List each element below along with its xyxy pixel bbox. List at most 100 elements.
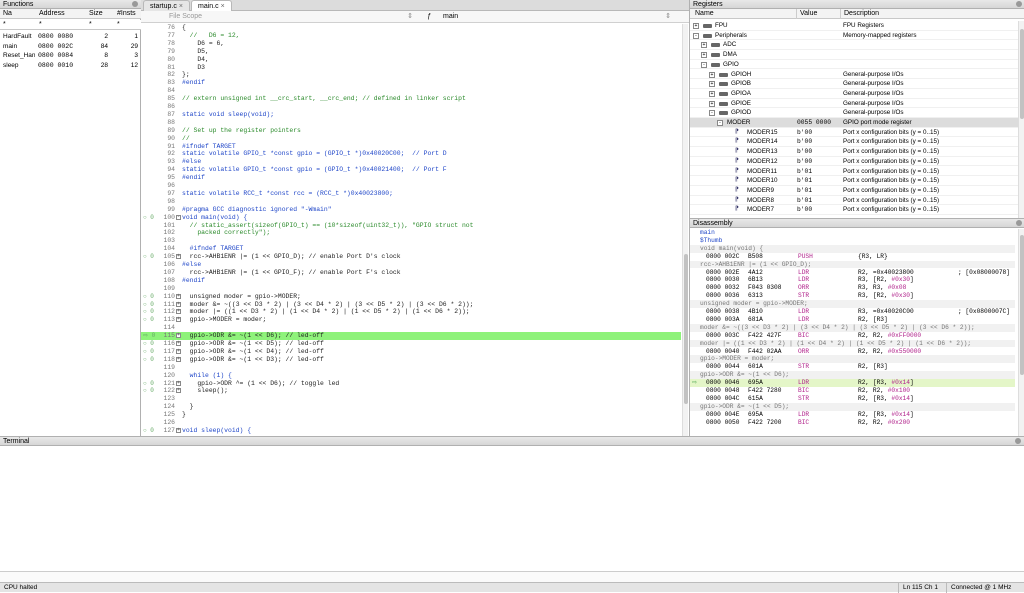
disassembly-scrollbar[interactable] (1018, 229, 1024, 436)
register-row[interactable]: + FPU FPU Registers (690, 21, 1018, 31)
expand-icon[interactable]: + (176, 301, 181, 307)
register-row[interactable]: ⁋ MODER8 b'01 Port x configuration bits (y … (690, 196, 1018, 206)
code-line[interactable]: 81 D3 (141, 64, 681, 72)
expand-icon[interactable]: + (176, 341, 181, 346)
register-row[interactable]: ⁋ MODER9 b'01 Port x configuration bits (y … (690, 186, 1018, 196)
scroll-thumb[interactable] (1020, 235, 1024, 375)
code-line[interactable]: 114 (141, 324, 681, 332)
scroll-thumb[interactable] (684, 254, 688, 404)
code-line[interactable]: 96 (141, 182, 681, 190)
code-line[interactable]: 98 (141, 198, 681, 206)
register-row[interactable]: + GPIOA General-purpose I/Os (690, 89, 1018, 99)
code-line[interactable]: 108 #endif (141, 277, 681, 285)
filter-insts-input[interactable]: * (114, 20, 120, 30)
code-line[interactable]: ○ 0 122 + sleep(); (141, 387, 681, 395)
disassembly-line[interactable]: ⇨ 0800 0046 695A LDR R2, [R3, #0x14] (690, 379, 1015, 387)
register-row[interactable]: ⁋ MODER14 b'00 Port x configuration bits (y… (690, 137, 1018, 148)
register-row[interactable]: - GPIO (690, 60, 1018, 70)
code-line[interactable]: ○ 0 110 + unsigned moder = gpio->MODER; (141, 293, 681, 301)
breakpoint-marker-icon[interactable]: ○ 0 (143, 356, 154, 364)
code-line[interactable]: 101 // static_assert(sizeof(GPIO_t) == (… (141, 222, 681, 230)
code-line[interactable]: 125} (141, 411, 681, 419)
breakpoint-marker-icon[interactable]: ○ 0 (143, 301, 154, 309)
expand-icon[interactable]: - (176, 214, 181, 220)
breakpoint-marker-icon[interactable]: ○ 0 (143, 380, 154, 388)
expand-icon[interactable]: + (176, 254, 181, 260)
code-line[interactable]: 82}; (141, 71, 681, 79)
breakpoint-marker-icon[interactable]: ○ 0 (143, 253, 154, 261)
code-line[interactable]: ○ 0 121 + gpio->ODR ^= (1 << D6); // toggl… (141, 380, 681, 388)
disassembly-line[interactable]: 0800 0030 6B13 LDR R3, [R2, #0x30] (690, 276, 1015, 284)
col-value[interactable]: Value (796, 9, 817, 19)
close-icon[interactable] (1015, 438, 1021, 444)
code-line[interactable]: 90 // (141, 135, 681, 143)
expand-icon[interactable]: + (176, 356, 181, 362)
disassembly-line[interactable]: 0800 0036 6313 STR R3, [R2, #0x30] (690, 292, 1015, 300)
code-line[interactable]: 91 #ifndef TARGET (141, 143, 681, 151)
register-row[interactable]: ⁋ MODER10 b'01 Port x configuration bits (y… (690, 176, 1018, 186)
code-line[interactable]: 126 (141, 419, 681, 427)
disassembly-line[interactable]: main (690, 229, 1015, 237)
breakpoint-marker-icon[interactable]: ○ 0 (143, 348, 154, 356)
close-icon[interactable]: × (179, 3, 183, 10)
tab-startup-c[interactable]: startup.c × (143, 0, 190, 11)
breakpoint-marker-icon[interactable]: ○ 0 (143, 427, 154, 435)
expand-icon[interactable]: + (709, 71, 715, 78)
close-icon[interactable] (1016, 1, 1022, 7)
expand-icon[interactable]: + (176, 309, 181, 315)
close-icon[interactable] (1016, 220, 1022, 226)
code-line[interactable]: 107 rcc->AHB1ENR |= (1 << GPIO_F); // en… (141, 269, 681, 277)
code-line[interactable]: ○ 0 113 + gpio->MODER = moder; (141, 316, 681, 324)
expand-icon[interactable]: + (176, 333, 181, 339)
disassembly-line[interactable]: void main(void) { (690, 244, 1015, 253)
code-line[interactable]: 78 D6 = 6, (141, 40, 681, 48)
expand-icon[interactable]: + (176, 317, 181, 323)
code-line[interactable]: 102 packed correctly"); (141, 229, 681, 237)
expand-icon[interactable]: + (709, 100, 715, 107)
disassembly-line[interactable]: 0800 004C 615A STR R2, [R3, #0x14] (690, 395, 1015, 403)
collapse-icon[interactable]: - (717, 120, 723, 126)
disassembly-line[interactable]: 0800 0032 F043 0308 ORR R3, R3, #0x08 (690, 284, 1015, 292)
code-line[interactable]: 87 static void sleep(void); (141, 111, 681, 119)
breakpoint-marker-icon[interactable]: ○ 0 (143, 340, 154, 348)
disassembly-line[interactable]: gpio->MODER = moder; (690, 355, 1015, 364)
current-line-arrow-icon[interactable]: ⇨ 0 (143, 332, 155, 340)
code-line[interactable]: ⇨ 0 115 + gpio->ODR &= ~(1 << D6); // led-… (141, 332, 681, 340)
collapse-icon[interactable]: - (709, 110, 715, 117)
register-row[interactable]: ⁋ MODER12 b'00 Port x configuration bits (y… (690, 157, 1018, 167)
breakpoint-marker-icon[interactable]: ○ 0 (143, 308, 154, 316)
col-description[interactable]: Description (840, 9, 879, 19)
code-line[interactable]: ○ 0 111 + moder &= ~((3 << D3 * 2) | (3 <<… (141, 301, 681, 309)
disassembly-line[interactable]: 0800 004E 695A LDR R2, [R3, #0x14] (690, 411, 1015, 419)
disassembly-line[interactable]: 0800 0050 F422 7200 BIC R2, R2, #0x200 (690, 419, 1015, 427)
disassembly-line[interactable]: moder &= ~((3 << D3 * 2) | (3 << D4 * 2)… (690, 323, 1015, 332)
expand-icon[interactable]: + (176, 427, 181, 433)
code-line[interactable]: 79 D5, (141, 48, 681, 56)
code-line[interactable]: 85 // extern unsigned int __crc_start, __… (141, 95, 681, 103)
breakpoint-marker-icon[interactable]: ○ 0 (143, 293, 154, 301)
function-dropdown[interactable]: ƒ main ⇕ (423, 12, 673, 22)
code-line[interactable]: ○ 0 118 + gpio->ODR &= ~(1 << D3); // led-… (141, 356, 681, 364)
filter-name-input[interactable]: * (0, 20, 6, 30)
col-name[interactable]: Na (0, 9, 12, 19)
code-line[interactable]: 124 } (141, 403, 681, 411)
register-row[interactable]: + GPIOB General-purpose I/Os (690, 79, 1018, 89)
expand-icon[interactable]: + (176, 388, 181, 394)
expand-icon[interactable]: + (176, 380, 181, 386)
col-name[interactable]: Name (692, 9, 714, 19)
code-line[interactable]: 95 #endif (141, 174, 681, 182)
breakpoint-marker-icon[interactable]: ○ 0 (143, 387, 154, 395)
close-icon[interactable] (132, 1, 138, 7)
disassembly-line[interactable]: 0800 002E 4A12 LDR R2, =0x40023800 ; [0x0800… (690, 269, 1015, 277)
expand-icon[interactable]: + (693, 23, 699, 29)
disassembly-line[interactable]: moder |= ((1 << D3 * 2) | (1 << D4 * 2) … (690, 339, 1015, 348)
disassembly-line[interactable]: 0800 0038 4B10 LDR R3, =0x40020C00 ; [0x0800… (690, 308, 1015, 316)
function-row[interactable]: Reset_Han 0800 0084 8 3 (0, 51, 141, 60)
disassembly-line[interactable]: 0800 0048 F422 7280 BIC R2, R2, #0x100 (690, 387, 1015, 395)
disassembly-line[interactable]: 0800 002C B508 PUSH {R3, LR} (690, 253, 1015, 261)
breakpoint-marker-icon[interactable]: ○ 0 (143, 316, 154, 324)
registers-scrollbar[interactable] (1018, 21, 1024, 218)
disassembly-line[interactable]: 0800 003C F422 427F BIC R2, R2, #0xFF0000 (690, 332, 1015, 340)
code-line[interactable]: 93 #else (141, 158, 681, 166)
expand-icon[interactable]: + (701, 52, 707, 59)
